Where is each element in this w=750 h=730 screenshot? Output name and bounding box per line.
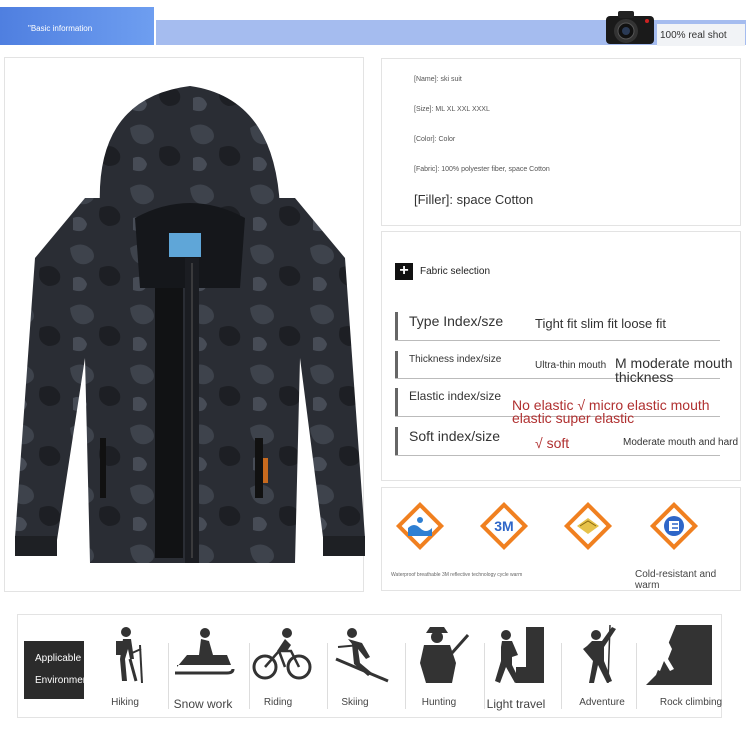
type-index-label: Type Index/sze: [409, 313, 504, 329]
jacket-image: [15, 86, 365, 563]
hiking-icon: [116, 627, 143, 684]
svg-text:3M: 3M: [494, 518, 513, 534]
applicable-environment-title: Applicable Environment: [24, 641, 84, 699]
divider: [484, 643, 485, 709]
breathable-fabric-icon: [563, 501, 613, 551]
env-label-adventure: Adventure: [579, 697, 625, 708]
row-marker: [395, 427, 398, 455]
soft-option-hard: Moderate mouth and hard: [623, 437, 739, 448]
cold-resistant-caption: Cold-resistant and warm: [635, 569, 717, 591]
elastic-index-options: No elastic √ micro elastic mouth elastic…: [512, 397, 710, 426]
info-size: [Size]: ML XL XXL XXXL: [414, 106, 490, 113]
climbing-icon: [583, 624, 616, 684]
hunting-icon: [420, 627, 470, 683]
travel-icon: [495, 627, 544, 683]
feature-caption: Waterproof breathable 3M reflective tech…: [391, 572, 523, 578]
section-title-tab: "Basic information: [0, 7, 154, 45]
row-marker: [395, 312, 398, 340]
row-marker: [395, 388, 398, 416]
bicycle-icon: [252, 628, 312, 680]
product-photo: [4, 57, 365, 592]
row-divider: [395, 455, 720, 456]
row-divider: [395, 340, 720, 341]
section-title: "Basic information: [28, 24, 93, 33]
basic-info-card: [Name]: ski suit [Size]: ML XL XXL XXXL …: [381, 58, 741, 226]
env-label-skiing: Skiing: [341, 697, 369, 708]
3m-reflective-icon: 3M: [479, 501, 529, 551]
divider: [636, 643, 637, 709]
divider: [405, 643, 406, 709]
env-label-hunting: Hunting: [421, 697, 457, 708]
plus-icon: +: [395, 263, 413, 280]
info-filler: [Filler]: space Cotton: [414, 192, 534, 207]
divider: [168, 643, 169, 709]
row-marker: [395, 351, 398, 379]
divider: [249, 643, 250, 709]
info-fabric: [Fabric]: 100% polyester fiber, space Co…: [414, 166, 550, 173]
thickness-option-moderate: M moderate mouth thickness: [615, 355, 733, 385]
info-name: [Name]: ski suit: [414, 76, 462, 83]
camera-icon: [604, 8, 656, 46]
waterproof-icon: [395, 501, 445, 551]
applicable-environment-strip: Applicable Environment: [17, 614, 722, 718]
soft-index-label: Soft index/size: [409, 428, 501, 444]
env-label-riding: Riding: [263, 697, 293, 708]
feature-badges-card: 3M Waterproof breathable 3M reflective t…: [381, 487, 741, 591]
cold-resistant-icon: [649, 501, 699, 551]
divider: [327, 643, 328, 709]
elastic-index-label: Elastic index/size: [409, 389, 502, 403]
env-label-light-travel: Light travel: [486, 697, 546, 711]
env-label-hiking: Hiking: [111, 697, 139, 708]
thickness-index-label: Thickness index/size: [409, 354, 502, 365]
soft-option-soft: √ soft: [535, 435, 570, 451]
rock-climbing-icon: [646, 625, 712, 685]
divider: [561, 643, 562, 709]
skiing-icon: [335, 628, 389, 683]
env-label-snow-work: Snow work: [173, 697, 233, 711]
env-label-rock-climbing: Rock climbing: [659, 697, 723, 708]
type-index-options: Tight fit slim fit loose fit: [535, 316, 666, 331]
fabric-selection-title: Fabric selection: [420, 266, 491, 277]
snowmobile-icon: [175, 628, 235, 675]
info-color: [Color]: Color: [414, 136, 456, 143]
fabric-selection-card: + Fabric selection Type Index/sze Tight …: [381, 231, 741, 481]
real-shot-label: 100% real shot: [657, 24, 745, 46]
thickness-option-thin: Ultra-thin mouth: [535, 360, 607, 371]
